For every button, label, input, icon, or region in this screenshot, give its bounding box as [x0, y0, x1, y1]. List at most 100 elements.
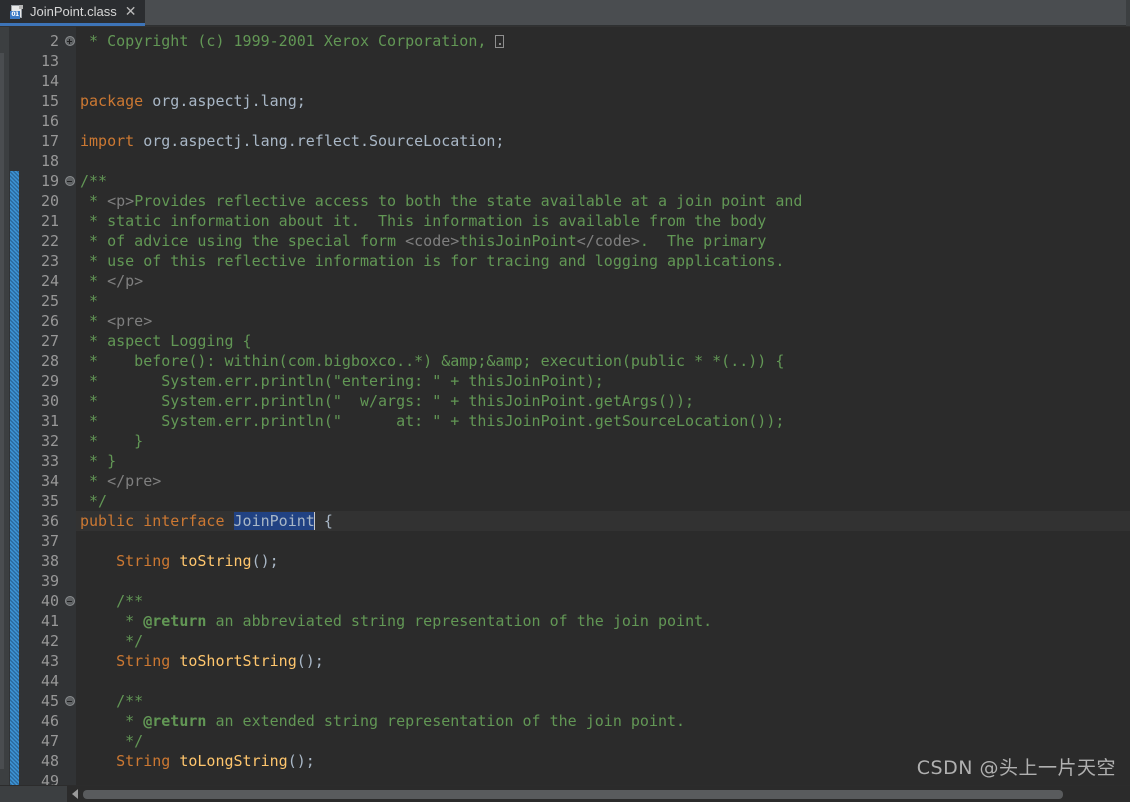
- line-number: 31: [40, 412, 59, 430]
- code-token-cmt: /**: [80, 172, 108, 190]
- line-number: 46: [40, 712, 59, 730]
- code-line[interactable]: /**: [76, 171, 1130, 191]
- fold-collapse-icon[interactable]: [64, 696, 75, 706]
- fold-toggle-icon[interactable]: [63, 171, 76, 191]
- horizontal-scrollbar[interactable]: [0, 785, 1130, 802]
- line-number: 41: [40, 612, 59, 630]
- code-line[interactable]: */: [76, 491, 1130, 511]
- line-number: 35: [40, 492, 59, 510]
- code-line[interactable]: package org.aspectj.lang;: [76, 91, 1130, 111]
- tab-bar-empty-area: [145, 0, 1126, 26]
- code-token-cmt: *: [80, 312, 108, 330]
- line-number: 15: [40, 92, 59, 110]
- close-icon[interactable]: ✕: [123, 4, 138, 20]
- code-line[interactable]: * </p>: [76, 271, 1130, 291]
- code-line[interactable]: String toLongString();: [76, 751, 1130, 771]
- code-line[interactable]: * @return an extended string representat…: [76, 711, 1130, 731]
- code-line[interactable]: /**: [76, 591, 1130, 611]
- code-text-area[interactable]: * Copyright (c) 1999-2001 Xerox Corporat…: [76, 27, 1130, 785]
- line-number: 20: [40, 192, 59, 210]
- code-line[interactable]: * <p>Provides reflective access to both …: [76, 191, 1130, 211]
- code-line[interactable]: * System.err.println("entering: " + this…: [76, 371, 1130, 391]
- code-token-cmt: * of advice using the special form: [80, 232, 406, 250]
- scrollbar-track[interactable]: [67, 786, 1130, 802]
- code-token-kw: public interface: [80, 512, 234, 530]
- code-line[interactable]: [76, 571, 1130, 591]
- scrollbar-left-pad: [0, 786, 67, 802]
- code-line[interactable]: * static information about it. This info…: [76, 211, 1130, 231]
- line-number: 47: [40, 732, 59, 750]
- code-line[interactable]: [76, 51, 1130, 71]
- code-line[interactable]: *: [76, 291, 1130, 311]
- scroll-left-arrow-icon[interactable]: [72, 789, 78, 799]
- line-number: 33: [40, 452, 59, 470]
- code-token-cmttag: <pre>: [107, 312, 153, 330]
- fold-collapse-icon[interactable]: [64, 176, 75, 186]
- code-line[interactable]: * aspect Logging {: [76, 331, 1130, 351]
- code-line[interactable]: public interface JoinPoint​ {: [76, 511, 1130, 531]
- code-token-cmttag: <code>: [405, 232, 460, 250]
- code-line[interactable]: [76, 111, 1130, 131]
- code-line[interactable]: */: [76, 731, 1130, 751]
- code-line[interactable]: [76, 151, 1130, 171]
- code-line[interactable]: String toString();: [76, 551, 1130, 571]
- code-line[interactable]: * }: [76, 431, 1130, 451]
- scrollbar-thumb[interactable]: [83, 789, 1063, 799]
- code-token-cmt: * }: [80, 432, 144, 450]
- code-line[interactable]: [76, 531, 1130, 551]
- line-number: 38: [40, 552, 59, 570]
- code-line[interactable]: * of advice using the special form <code…: [76, 231, 1130, 251]
- code-line[interactable]: * System.err.println(" at: " + thisJoinP…: [76, 411, 1130, 431]
- code-token-cmt: * before(): within(com.bigboxco..*) &amp…: [80, 352, 785, 370]
- code-line[interactable]: [76, 771, 1130, 785]
- code-line[interactable]: [76, 671, 1130, 691]
- code-line[interactable]: * use of this reflective information is …: [76, 251, 1130, 271]
- line-number: 26: [40, 312, 59, 330]
- code-line[interactable]: * before(): within(com.bigboxco..*) &amp…: [76, 351, 1130, 371]
- code-editor[interactable]: 2 13 14 15 16 17 18 19 20 21 22 23 24 25 26 27 28 29 30 31 3…: [0, 27, 1130, 785]
- code-folding-gutter[interactable]: [63, 27, 76, 785]
- code-line[interactable]: String toShortString();: [76, 651, 1130, 671]
- fold-collapse-icon[interactable]: [64, 596, 75, 606]
- code-line[interactable]: * Copyright (c) 1999-2001 Xerox Corporat…: [76, 31, 1130, 51]
- fold-toggle-icon[interactable]: [63, 591, 76, 611]
- code-token-type: String: [116, 752, 171, 770]
- code-line[interactable]: * @return an abbreviated string represen…: [76, 611, 1130, 631]
- fold-toggle-icon[interactable]: [63, 691, 76, 711]
- editor-tab-joinpoint-class[interactable]: 01 JoinPoint.class ✕: [0, 0, 146, 26]
- line-number: 36: [40, 512, 59, 530]
- code-line[interactable]: /**: [76, 691, 1130, 711]
- code-line[interactable]: * System.err.println(" w/args: " + thisJ…: [76, 391, 1130, 411]
- code-token-cmttag: </code>: [576, 232, 640, 250]
- code-line[interactable]: */: [76, 631, 1130, 651]
- fold-expand-icon[interactable]: [64, 36, 75, 46]
- code-line[interactable]: * }: [76, 451, 1130, 471]
- editor-tab-bar: 01 JoinPoint.class ✕: [0, 0, 1130, 27]
- fold-toggle-icon[interactable]: [63, 31, 76, 51]
- code-line[interactable]: * <pre>: [76, 311, 1130, 331]
- code-token-cmt: * aspect Logging {: [80, 332, 252, 350]
- code-token-cmt: thisJoinPoint: [459, 232, 577, 250]
- code-token-cmt: /**: [80, 592, 144, 610]
- line-number: 18: [40, 152, 59, 170]
- code-line[interactable]: [76, 71, 1130, 91]
- line-number: 40: [40, 592, 59, 610]
- code-line[interactable]: * </pre>: [76, 471, 1130, 491]
- code-token-cmt: * System.err.println(" at: " + thisJoinP…: [80, 412, 785, 430]
- code-line[interactable]: import org.aspectj.lang.reflect.SourceLo…: [76, 131, 1130, 151]
- line-number: 45: [40, 692, 59, 710]
